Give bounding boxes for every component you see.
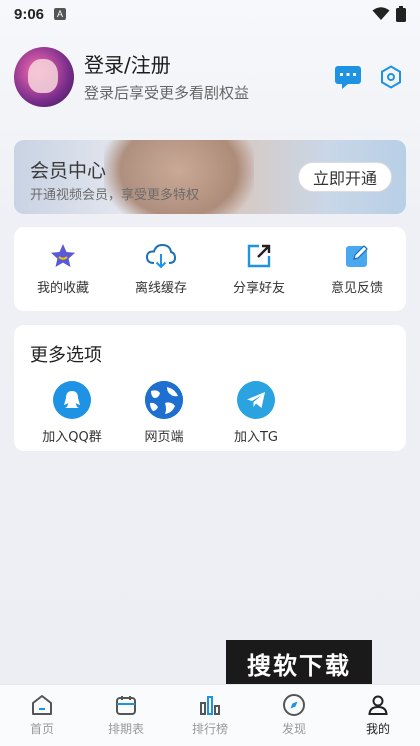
quick-actions-card: 我的收藏 离线缓存 分享好友 意见反馈 <box>14 227 406 311</box>
favorites-label: 我的收藏 <box>36 281 89 296</box>
notification-icon: A <box>54 8 67 20</box>
feedback-button[interactable]: 意见反馈 <box>308 227 406 311</box>
tab-home[interactable]: 首页 <box>0 685 84 746</box>
tab-mine[interactable]: 我的 <box>336 685 420 746</box>
home-icon <box>32 695 52 715</box>
battery-icon <box>396 6 406 22</box>
open-vip-button[interactable]: 立即开通 <box>297 162 392 192</box>
bottom-tab-bar: 首页 排期表 排行榜 发现 我的 <box>0 684 420 746</box>
join-tg-button[interactable]: 加入TG <box>208 381 304 445</box>
login-area[interactable]: 登录/注册 登录后享受更多看剧权益 <box>84 52 249 103</box>
vip-banner[interactable]: 会员中心 开通视频会员，享受更多特权 立即开通 <box>14 140 406 214</box>
offline-cache-button[interactable]: 离线缓存 <box>112 227 210 311</box>
calendar-icon <box>116 696 136 715</box>
banner-title: 会员中心 <box>30 160 107 182</box>
join-qq-group-label: 加入QQ群 <box>42 430 102 445</box>
globe-icon <box>145 381 183 419</box>
status-bar: 9:06 A <box>0 0 420 28</box>
status-time: 9:06 <box>14 5 45 23</box>
ranking-icon <box>200 696 220 715</box>
user-icon <box>368 695 388 715</box>
join-tg-label: 加入TG <box>233 430 278 445</box>
share-icon <box>247 244 271 268</box>
qq-icon <box>53 381 91 419</box>
tab-discover-label: 发现 <box>281 722 306 736</box>
watermark: 搜软下载 <box>226 640 372 686</box>
favorites-button[interactable]: 我的收藏 <box>14 227 112 311</box>
more-options-card: 更多选项 加入QQ群 网页端 加入TG <box>14 325 406 451</box>
feedback-label: 意见反馈 <box>330 281 383 296</box>
login-subtitle: 登录后享受更多看剧权益 <box>84 83 250 102</box>
wifi-icon <box>372 7 390 20</box>
tab-schedule-label: 排期表 <box>107 722 144 736</box>
more-options-title: 更多选项 <box>30 345 102 366</box>
star-icon <box>51 244 75 267</box>
web-version-label: 网页端 <box>144 430 184 445</box>
tab-discover[interactable]: 发现 <box>252 685 336 746</box>
join-qq-group-button[interactable]: 加入QQ群 <box>24 381 120 445</box>
tab-ranking[interactable]: 排行榜 <box>168 685 252 746</box>
feedback-icon <box>346 245 368 267</box>
banner-subtitle: 开通视频会员，享受更多特权 <box>30 188 200 203</box>
cloud-download-icon <box>146 243 176 269</box>
share-label: 分享好友 <box>232 281 285 296</box>
offline-cache-label: 离线缓存 <box>134 281 187 296</box>
tab-ranking-label: 排行榜 <box>191 722 228 736</box>
telegram-icon <box>237 381 275 419</box>
tab-schedule[interactable]: 排期表 <box>84 685 168 746</box>
profile-header: 登录/注册 登录后享受更多看剧权益 <box>14 46 406 108</box>
compass-icon <box>283 694 305 716</box>
tab-mine-label: 我的 <box>365 722 390 736</box>
share-button[interactable]: 分享好友 <box>210 227 308 311</box>
tab-home-label: 首页 <box>29 722 54 736</box>
avatar[interactable] <box>14 47 74 107</box>
message-icon[interactable] <box>334 64 362 90</box>
login-title[interactable]: 登录/注册 <box>84 52 249 78</box>
web-version-button[interactable]: 网页端 <box>116 381 212 445</box>
settings-icon[interactable] <box>380 65 402 89</box>
